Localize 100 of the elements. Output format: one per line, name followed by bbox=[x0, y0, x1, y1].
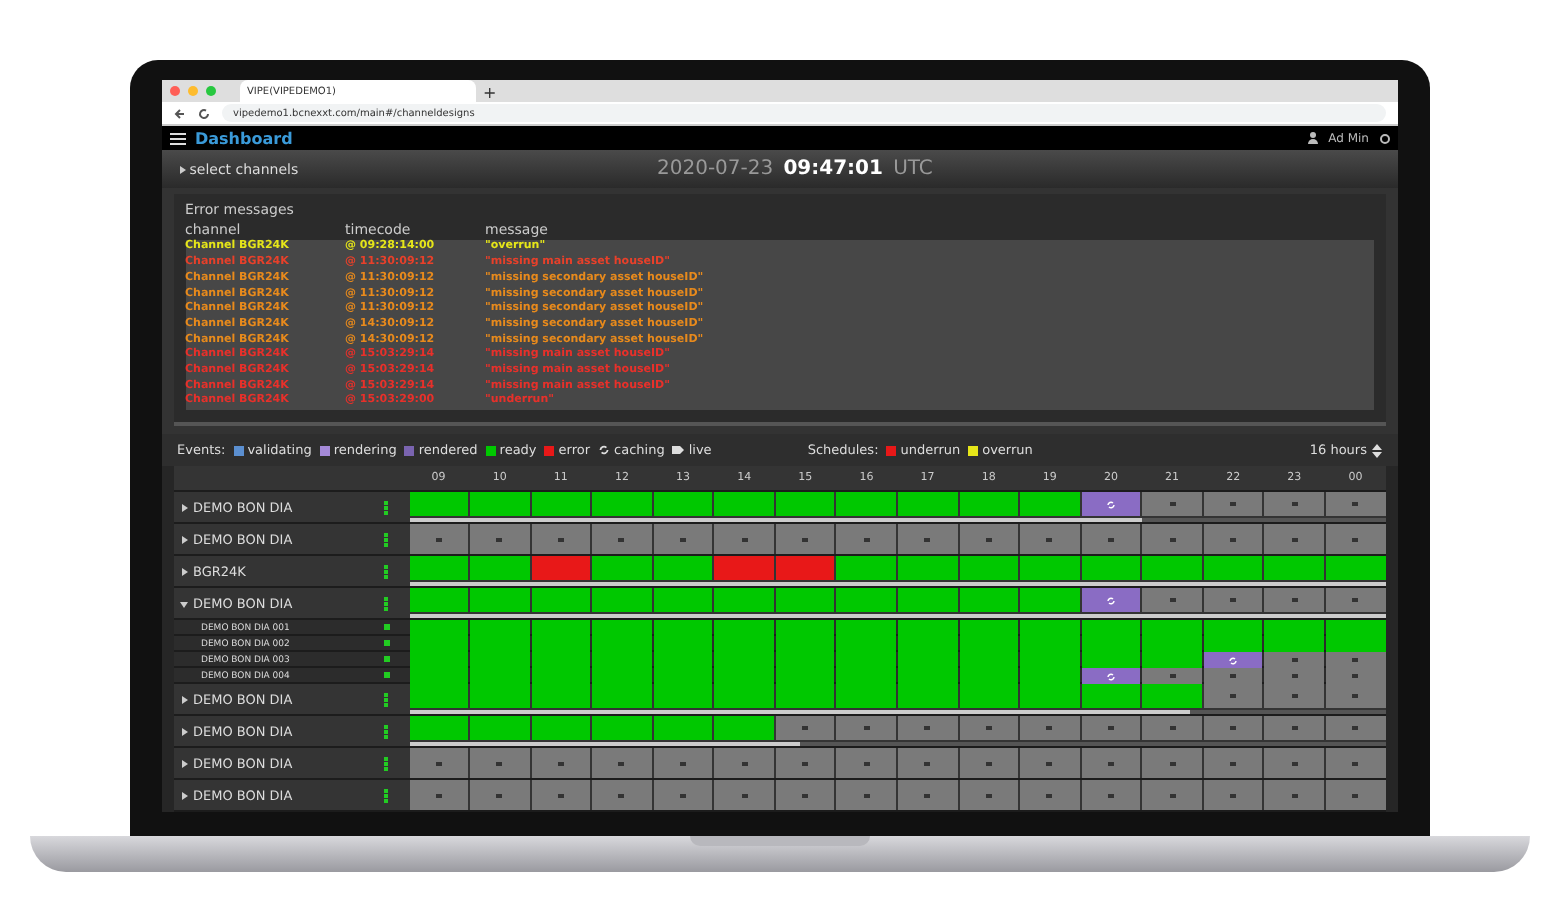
dash-icon bbox=[924, 537, 931, 541]
dash-icon bbox=[1230, 694, 1237, 698]
dash-icon bbox=[1291, 502, 1298, 506]
dash-icon bbox=[680, 761, 687, 765]
dash-icon bbox=[1352, 694, 1359, 698]
dash-icon bbox=[924, 726, 931, 730]
status-icon bbox=[381, 563, 393, 579]
dash-icon bbox=[435, 761, 442, 765]
dash-icon bbox=[741, 793, 748, 797]
dash-icon bbox=[1352, 761, 1359, 765]
caret-icon bbox=[179, 695, 187, 703]
dash-icon bbox=[1230, 537, 1237, 541]
caret-icon bbox=[179, 791, 187, 799]
dash-icon bbox=[496, 761, 503, 765]
dash-icon bbox=[557, 793, 564, 797]
dash-icon bbox=[1291, 674, 1298, 678]
dash-icon bbox=[863, 793, 870, 797]
sync-icon bbox=[1228, 655, 1239, 665]
dash-icon bbox=[618, 761, 625, 765]
date-text: 2020-07-23 bbox=[657, 158, 774, 181]
dash-icon bbox=[863, 537, 870, 541]
time-text: 09:47:01 bbox=[783, 158, 883, 181]
dash-icon bbox=[985, 761, 992, 765]
dash-icon bbox=[741, 537, 748, 541]
user-icon bbox=[1308, 132, 1319, 145]
dash-icon bbox=[924, 793, 931, 797]
dash-icon bbox=[557, 761, 564, 765]
dash-icon bbox=[1352, 674, 1359, 678]
dash-icon bbox=[1291, 537, 1298, 541]
status-icon bbox=[381, 691, 393, 707]
dash-icon bbox=[1046, 761, 1053, 765]
dash-icon bbox=[1352, 598, 1359, 602]
menu-icon[interactable] bbox=[169, 131, 185, 146]
caret-icon bbox=[179, 599, 187, 607]
dash-icon bbox=[985, 537, 992, 541]
timezone-text: UTC bbox=[893, 158, 933, 181]
dash-icon bbox=[1352, 658, 1359, 662]
dash-icon bbox=[802, 726, 809, 730]
dash-icon bbox=[1169, 674, 1176, 678]
dash-icon bbox=[1107, 761, 1114, 765]
dash-icon bbox=[1352, 793, 1359, 797]
dash-icon bbox=[557, 537, 564, 541]
sync-icon bbox=[1105, 595, 1116, 605]
dash-icon bbox=[1169, 598, 1176, 602]
dash-icon bbox=[496, 793, 503, 797]
status-icon bbox=[381, 787, 393, 803]
dash-icon bbox=[1291, 761, 1298, 765]
dash-icon bbox=[1230, 793, 1237, 797]
dash-icon bbox=[863, 726, 870, 730]
dash-icon bbox=[741, 761, 748, 765]
sort-icon bbox=[1371, 443, 1381, 458]
dash-icon bbox=[1169, 761, 1176, 765]
dash-icon bbox=[1230, 761, 1237, 765]
dash-icon bbox=[1107, 537, 1114, 541]
new-tab-button[interactable]: + bbox=[483, 84, 497, 103]
caret-icon bbox=[179, 535, 187, 543]
dash-icon bbox=[802, 761, 809, 765]
dash-icon bbox=[924, 761, 931, 765]
dash-icon bbox=[618, 537, 625, 541]
dash-icon bbox=[1352, 726, 1359, 730]
status-icon bbox=[381, 723, 393, 739]
dash-icon bbox=[1291, 726, 1298, 730]
dash-icon bbox=[985, 726, 992, 730]
dash-icon bbox=[802, 793, 809, 797]
dash-icon bbox=[1107, 793, 1114, 797]
dash-icon bbox=[1230, 502, 1237, 506]
caret-icon bbox=[179, 567, 187, 575]
dash-icon bbox=[1107, 726, 1114, 730]
dash-icon bbox=[680, 793, 687, 797]
dash-icon bbox=[435, 537, 442, 541]
dash-icon bbox=[1230, 726, 1237, 730]
dash-icon bbox=[1230, 598, 1237, 602]
dash-icon bbox=[1352, 502, 1359, 506]
dash-icon bbox=[618, 793, 625, 797]
reload-icon[interactable] bbox=[197, 107, 209, 120]
dash-icon bbox=[1046, 537, 1053, 541]
dash-icon bbox=[1291, 658, 1298, 662]
status-icon bbox=[381, 755, 393, 771]
dash-icon bbox=[1169, 793, 1176, 797]
dash-icon bbox=[1169, 537, 1176, 541]
dash-icon bbox=[1291, 793, 1298, 797]
caret-icon bbox=[179, 727, 187, 735]
dash-icon bbox=[985, 793, 992, 797]
caret-icon bbox=[179, 759, 187, 767]
dash-icon bbox=[1046, 793, 1053, 797]
status-icon bbox=[381, 499, 393, 515]
dash-icon bbox=[1046, 726, 1053, 730]
dash-icon bbox=[1169, 502, 1176, 506]
sync-icon bbox=[1105, 671, 1116, 681]
dash-icon bbox=[435, 793, 442, 797]
sync-icon bbox=[1105, 499, 1116, 509]
dash-icon bbox=[1291, 694, 1298, 698]
page-title: Dashboard bbox=[195, 129, 295, 148]
back-icon[interactable] bbox=[173, 107, 185, 120]
status-icon bbox=[381, 595, 393, 611]
caret-icon bbox=[177, 165, 185, 174]
dash-icon bbox=[863, 761, 870, 765]
dash-icon bbox=[1291, 598, 1298, 602]
dash-icon bbox=[1169, 726, 1176, 730]
status-icon bbox=[381, 531, 393, 547]
